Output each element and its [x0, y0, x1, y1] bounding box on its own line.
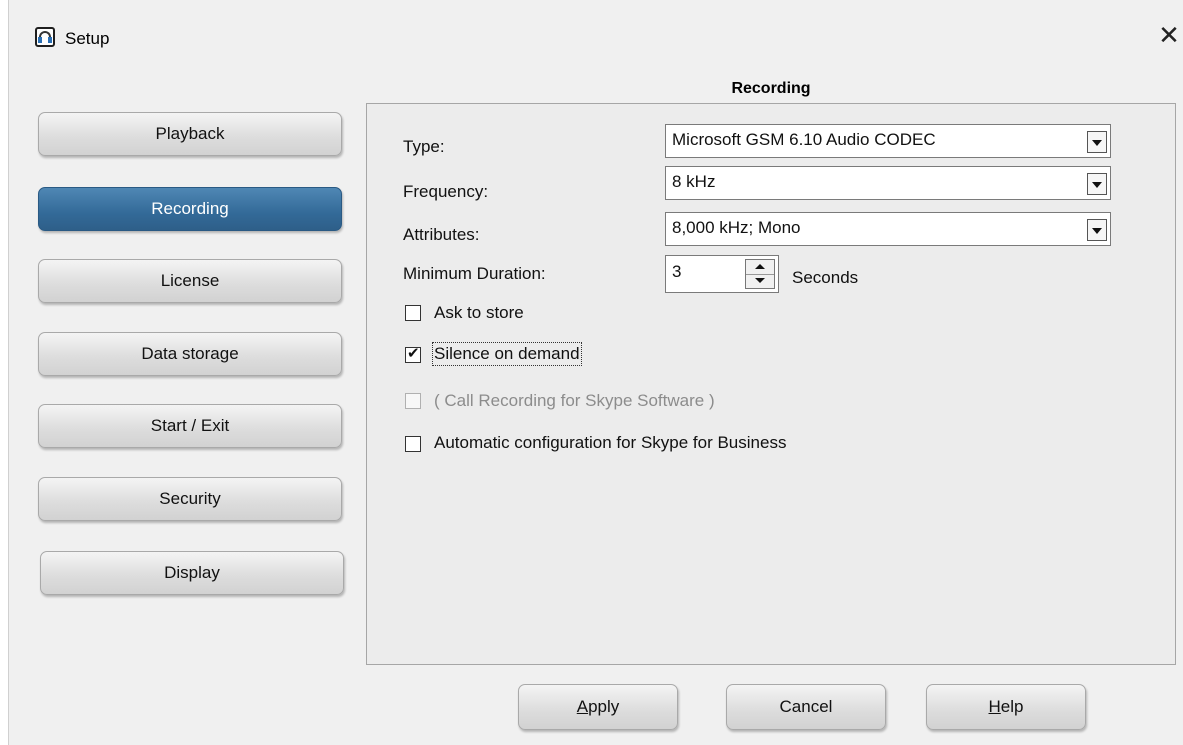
spin-down-icon[interactable]	[746, 274, 774, 288]
spin-up-icon[interactable]	[746, 260, 774, 275]
ask-to-store-checkbox[interactable]	[405, 305, 421, 321]
min-duration-label: Minimum Duration:	[403, 264, 546, 283]
window-left-edge	[0, 0, 9, 745]
apply-label: pply	[588, 697, 620, 716]
call-recording-skype-label: ( Call Recording for Skype Software )	[434, 391, 715, 410]
attributes-select[interactable]: 8,000 kHz; Mono	[665, 212, 1111, 246]
attributes-label: Attributes:	[403, 225, 480, 244]
type-label: Type:	[403, 137, 445, 156]
auto-config-skype-business-checkbox[interactable]	[405, 436, 421, 452]
silence-on-demand-checkbox[interactable]: ✔	[405, 344, 421, 363]
help-label: elp	[1000, 697, 1024, 716]
apply-button[interactable]: Apply	[518, 684, 678, 730]
ask-to-store-label[interactable]: Ask to store	[434, 303, 524, 323]
chevron-down-icon[interactable]	[1087, 131, 1107, 153]
frequency-label: Frequency:	[403, 182, 489, 201]
sidebar-item-playback[interactable]: Playback	[38, 112, 342, 156]
call-recording-skype-checkbox	[405, 393, 421, 409]
title-bar: Setup ✕	[9, 0, 1183, 76]
help-button[interactable]: Help	[926, 684, 1086, 730]
checkmark-icon: ✔	[407, 344, 420, 362]
apply-accelerator: A	[576, 697, 589, 716]
setup-window: Setup ✕ Playback Recording License Data …	[0, 0, 1183, 745]
attributes-value: 8,000 kHz; Mono	[672, 218, 801, 237]
min-duration-unit: Seconds	[792, 268, 859, 287]
section-title: Recording	[731, 80, 811, 97]
sidebar-item-recording[interactable]: Recording	[38, 187, 342, 231]
headset-icon	[35, 27, 55, 47]
sidebar-item-security[interactable]: Security	[38, 477, 342, 521]
chevron-down-icon[interactable]	[1087, 219, 1107, 241]
help-accelerator: H	[988, 697, 1001, 716]
sidebar-item-display[interactable]: Display	[40, 551, 344, 595]
sidebar-item-start-exit[interactable]: Start / Exit	[38, 404, 342, 448]
min-duration-stepper[interactable]: 3	[665, 255, 779, 293]
sidebar-item-license[interactable]: License	[38, 259, 342, 303]
window-title: Setup	[65, 29, 110, 48]
spin-buttons	[745, 259, 775, 289]
close-icon[interactable]: ✕	[1149, 20, 1183, 54]
silence-on-demand-label[interactable]: Silence on demand	[432, 342, 582, 366]
type-value: Microsoft GSM 6.10 Audio CODEC	[672, 130, 936, 149]
auto-config-skype-business-label[interactable]: Automatic configuration for Skype for Bu…	[434, 433, 786, 453]
cancel-button[interactable]: Cancel	[726, 684, 886, 730]
type-select[interactable]: Microsoft GSM 6.10 Audio CODEC	[665, 124, 1111, 158]
frequency-select[interactable]: 8 kHz	[665, 166, 1111, 200]
min-duration-value: 3	[672, 262, 682, 281]
chevron-down-icon[interactable]	[1087, 173, 1107, 195]
frequency-value: 8 kHz	[672, 172, 716, 191]
sidebar-item-data-storage[interactable]: Data storage	[38, 332, 342, 376]
